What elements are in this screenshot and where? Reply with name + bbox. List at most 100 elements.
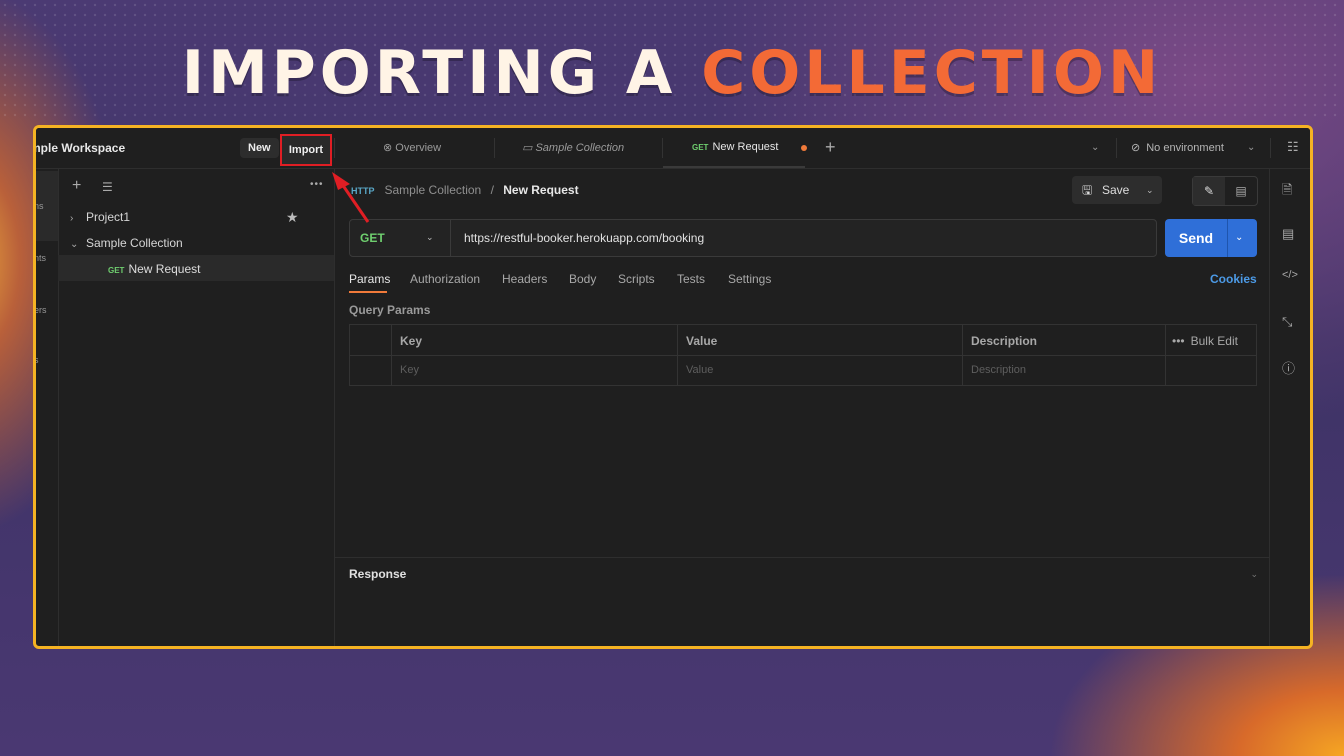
breadcrumb-separator: / bbox=[490, 183, 494, 197]
params-table: Key Value Description ••• Bulk Edit Key V… bbox=[349, 324, 1257, 386]
tree-item-label: Project1 bbox=[86, 210, 131, 224]
cookies-link[interactable]: Cookies bbox=[1210, 272, 1257, 286]
method-chevron-icon[interactable]: ⌄ bbox=[426, 232, 434, 243]
rail-item-collections[interactable]: ns bbox=[36, 201, 44, 211]
tree-method: GET bbox=[108, 266, 125, 275]
headline-part2: COLLECTION bbox=[701, 38, 1163, 108]
postman-app-window: mple Workspace New Import ⊗ Overview ▭ S… bbox=[33, 125, 1313, 649]
tab-authorization[interactable]: Authorization bbox=[410, 272, 480, 286]
tree-item-label: New Request bbox=[128, 262, 201, 276]
star-icon[interactable]: ★ bbox=[286, 209, 299, 226]
more-icon: ••• bbox=[1172, 334, 1185, 348]
tab-scripts[interactable]: Scripts bbox=[618, 272, 655, 286]
sidebar: ns nts ers s + ☰ ••• › Project1 ★ ⌄ Sample… bbox=[36, 169, 335, 646]
key-input[interactable]: Key bbox=[400, 364, 419, 376]
save-chevron-icon[interactable]: ⌄ bbox=[1146, 176, 1154, 204]
code-icon[interactable]: </> bbox=[1282, 269, 1298, 281]
pencil-icon[interactable]: ✎ bbox=[1193, 177, 1225, 205]
tabs-dropdown-chevron-icon[interactable]: ⌄ bbox=[1091, 142, 1099, 153]
tab-method: GET bbox=[692, 143, 709, 152]
filter-icon[interactable]: ☰ bbox=[102, 180, 113, 194]
documentation-icon[interactable]: 🗎 bbox=[1282, 181, 1292, 203]
tab-headers[interactable]: Headers bbox=[502, 272, 547, 286]
tree-item-sample-collection[interactable]: ⌄ Sample Collection bbox=[70, 236, 183, 250]
right-rail: 🗎 ▤ </> ⤡ ⓘ bbox=[1269, 169, 1310, 646]
response-label[interactable]: Response bbox=[349, 567, 406, 581]
breadcrumb: HTTP Sample Collection / New Request bbox=[351, 183, 579, 197]
tab-label: Sample Collection bbox=[535, 142, 625, 154]
tab-tests[interactable]: Tests bbox=[677, 272, 705, 286]
table-header-row bbox=[350, 325, 1256, 356]
related-icon[interactable]: ⤡ bbox=[1282, 314, 1292, 330]
tree-request: GET New Request bbox=[108, 262, 201, 276]
tab-body[interactable]: Body bbox=[569, 272, 596, 286]
rail-item-history[interactable]: ers bbox=[36, 305, 47, 315]
column-divider bbox=[677, 325, 678, 385]
tab-params[interactable]: Params bbox=[349, 272, 390, 286]
save-icon: 🖫 bbox=[1082, 183, 1093, 197]
rail-item-flows[interactable]: s bbox=[36, 355, 39, 365]
tab-separator bbox=[334, 138, 335, 158]
url-separator bbox=[450, 220, 451, 256]
header-description: Description bbox=[971, 334, 1038, 348]
send-label: Send bbox=[1178, 230, 1214, 246]
query-params-label: Query Params bbox=[349, 303, 431, 317]
comments-icon[interactable]: ▤ bbox=[1282, 226, 1294, 242]
overview-icon: ⊗ bbox=[383, 142, 396, 154]
tab-separator bbox=[1270, 138, 1271, 158]
add-tab-plus-icon[interactable]: + bbox=[825, 137, 836, 158]
send-split bbox=[1227, 219, 1228, 257]
bulk-edit-label: Bulk Edit bbox=[1190, 334, 1238, 348]
save-button[interactable]: 🖫 Save ⌄ bbox=[1072, 176, 1162, 204]
tree-item-new-request[interactable]: GET New Request bbox=[58, 255, 334, 281]
collection-icon: ▭ bbox=[522, 142, 536, 154]
chevron-down-icon: ⌄ bbox=[70, 239, 79, 250]
chevron-right-icon: › bbox=[70, 213, 74, 224]
new-button[interactable]: New bbox=[240, 138, 279, 158]
method-select[interactable]: GET bbox=[360, 231, 385, 245]
tree-item-project1[interactable]: › Project1 bbox=[70, 210, 130, 224]
headline: IMPORTING A COLLECTION bbox=[0, 38, 1344, 108]
tab-separator bbox=[662, 138, 663, 158]
unsaved-dot-icon bbox=[801, 145, 807, 151]
active-tab-indicator bbox=[663, 166, 805, 168]
header-key: Key bbox=[400, 334, 423, 348]
column-divider bbox=[962, 325, 963, 385]
params-tab-underline bbox=[349, 291, 387, 293]
workspace-title[interactable]: mple Workspace bbox=[36, 141, 125, 155]
rail-item-environments[interactable]: nts bbox=[36, 253, 46, 263]
tab-settings[interactable]: Settings bbox=[728, 272, 771, 286]
tab-sample-collection[interactable]: ▭ Sample Collection bbox=[522, 141, 624, 154]
column-divider bbox=[391, 325, 392, 385]
environment-selector[interactable]: ⊘ No environment bbox=[1131, 141, 1224, 154]
tab-label: New Request bbox=[712, 141, 779, 153]
breadcrumb-root[interactable]: Sample Collection bbox=[385, 183, 482, 197]
send-button[interactable]: Send ⌄ bbox=[1165, 219, 1257, 257]
tab-separator bbox=[494, 138, 495, 158]
tab-label: Overview bbox=[395, 142, 442, 154]
environment-quicklook-icon[interactable]: ☷ bbox=[1287, 139, 1299, 155]
breadcrumb-current[interactable]: New Request bbox=[503, 183, 578, 197]
view-toggle: ✎ ▤ bbox=[1192, 176, 1258, 206]
url-bar: GET ⌄ https://restful-booker.herokuapp.c… bbox=[349, 219, 1157, 257]
tab-separator bbox=[1116, 138, 1117, 158]
value-input[interactable]: Value bbox=[686, 364, 713, 376]
response-chevron-icon[interactable]: ⌄ bbox=[1250, 569, 1258, 580]
environment-chevron-icon[interactable]: ⌄ bbox=[1247, 142, 1255, 153]
save-label: Save bbox=[1102, 183, 1130, 197]
send-chevron-icon[interactable]: ⌄ bbox=[1235, 232, 1243, 243]
request-editor: HTTP Sample Collection / New Request 🖫 Sa… bbox=[335, 169, 1270, 646]
sidebar-rail: ns nts ers s bbox=[36, 169, 59, 646]
tab-new-request[interactable]: GET New Request bbox=[692, 141, 779, 153]
info-icon[interactable]: ⓘ bbox=[1282, 358, 1295, 377]
comment-icon[interactable]: ▤ bbox=[1225, 177, 1257, 205]
add-collection-plus-icon[interactable]: + bbox=[72, 177, 81, 195]
header-value: Value bbox=[686, 334, 718, 348]
column-divider bbox=[1165, 325, 1166, 385]
description-input[interactable]: Description bbox=[971, 364, 1026, 376]
headline-part1: IMPORTING A bbox=[181, 38, 677, 108]
bulk-edit-button[interactable]: ••• Bulk Edit bbox=[1172, 334, 1238, 348]
tab-overview[interactable]: ⊗ Overview bbox=[383, 141, 441, 154]
url-input[interactable]: https://restful-booker.herokuapp.com/boo… bbox=[464, 231, 704, 245]
environment-label: No environment bbox=[1146, 142, 1224, 154]
